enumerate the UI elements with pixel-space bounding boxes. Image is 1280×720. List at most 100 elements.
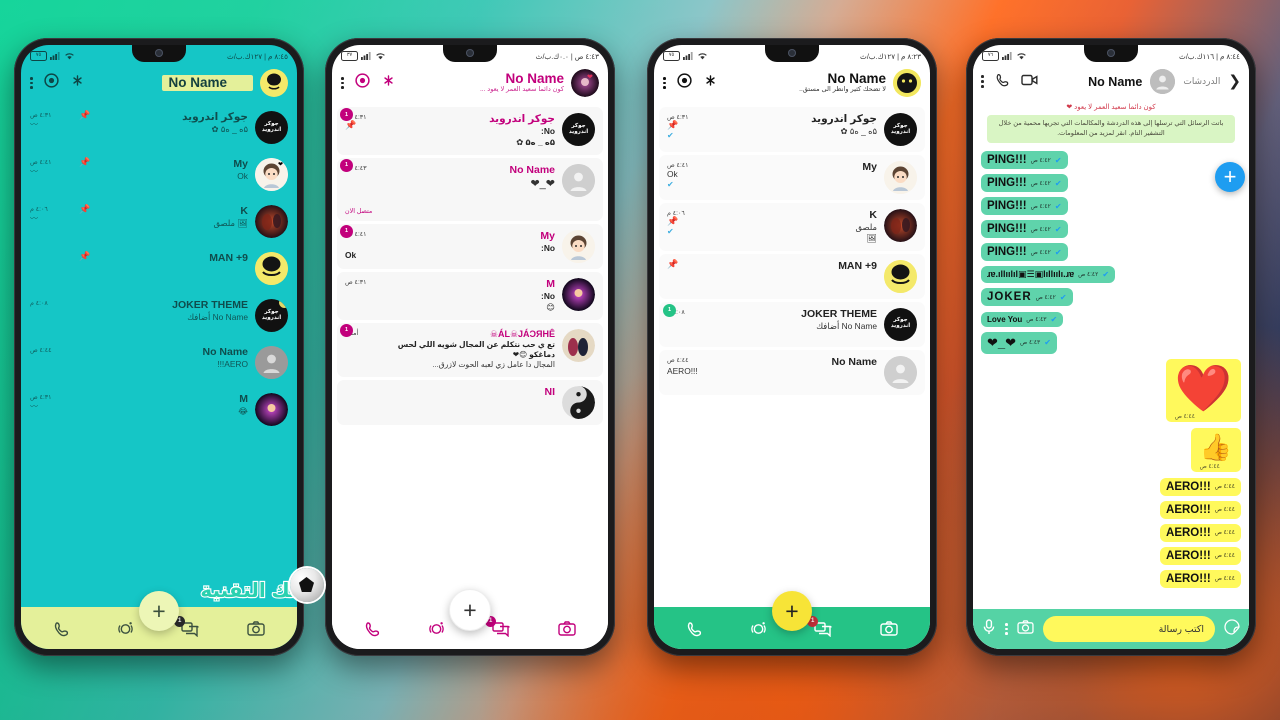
back-chevron-icon[interactable]: ❮ bbox=[1228, 74, 1241, 89]
message-bubble[interactable]: Love You ٤:٤٣ ص ✔ bbox=[981, 311, 1064, 327]
broadcast-icon[interactable] bbox=[703, 73, 718, 93]
message-bubble[interactable]: PING!!! ٤:٤٢ ص ✔ bbox=[981, 220, 1068, 239]
message-bubble[interactable]: PING!!! ٤:٤٢ ص ✔ bbox=[981, 174, 1068, 193]
broadcast-icon[interactable] bbox=[381, 73, 396, 93]
chats-icon[interactable]: 1 bbox=[807, 615, 833, 637]
broadcast-icon[interactable] bbox=[70, 73, 85, 93]
table-row[interactable]: ٤:٣١ ص 〰 📌 جوكر اندرويد ۵ه _ ه۵ ✿ جوكر ا… bbox=[21, 104, 297, 151]
sticker-icon[interactable] bbox=[1224, 618, 1240, 640]
avatar[interactable]: جوكر اندرويد bbox=[255, 111, 288, 144]
avatar[interactable] bbox=[255, 346, 288, 379]
phone-icon[interactable] bbox=[53, 620, 70, 637]
avatar[interactable] bbox=[884, 161, 917, 194]
table-row[interactable]: ٤:٠٨ م JOKER THEME No Name أضافك جوكر ان… bbox=[659, 301, 925, 347]
message-bubble[interactable]: ɹɐ.ıllıılıl▣☰▣lıllıılı.ɹɐ ٤:٤٢ ص ✔ bbox=[981, 266, 1116, 284]
table-row[interactable]: ٤:٤١ ص 〰 📌 My Ok ❤ bbox=[21, 151, 297, 198]
message-composer[interactable]: اكتب رسالة bbox=[973, 609, 1249, 649]
message-bubble[interactable]: PING!!! ٤:٤٢ ص ✔ bbox=[981, 243, 1068, 262]
avatar[interactable] bbox=[255, 393, 288, 426]
table-row[interactable]: ٤:٣١ ص M No: 😊 bbox=[337, 271, 603, 320]
message-bubble[interactable]: ❤_❤ ٤:٤٣ ص ✔ bbox=[981, 331, 1057, 354]
message-bubble[interactable]: PING!!! ٤:٤٢ ص ✔ bbox=[981, 197, 1068, 216]
message-bubble[interactable]: AERO!!! ٤:٤٤ ص bbox=[1160, 569, 1241, 588]
avatar[interactable] bbox=[562, 229, 595, 263]
message-bubble[interactable]: PING!!! ٤:٤٢ ص ✔ bbox=[981, 151, 1068, 170]
message-bubble[interactable]: ❤️ ٤:٤٤ ص bbox=[1165, 359, 1241, 423]
avatar[interactable] bbox=[1150, 69, 1176, 94]
table-row[interactable]: ٤:٤١ ص Ok My No: 1 bbox=[337, 223, 603, 269]
message-bubble[interactable]: AERO!!! ٤:٤٤ ص bbox=[1160, 477, 1241, 496]
row-message-2: Ok bbox=[345, 249, 357, 260]
camera-icon[interactable] bbox=[247, 620, 266, 636]
table-row[interactable]: ٤:٠٦ م 〰 📌 K 🖼 ملصق bbox=[21, 198, 297, 245]
message-input[interactable]: اكتب رسالة bbox=[1042, 616, 1215, 642]
table-row[interactable]: ٤:٣١ ص 📌 ✔ جوكر اندرويد ۵ه _ ه۵ ✿ جوكر ا… bbox=[659, 107, 925, 152]
status-icon[interactable] bbox=[750, 620, 767, 637]
table-row[interactable]: ٤:٤٤ ص AERO!!! No Name bbox=[659, 349, 925, 395]
chats-icon[interactable]: 1 bbox=[485, 615, 511, 637]
avatar[interactable]: ❤ bbox=[571, 69, 599, 97]
encryption-notice[interactable]: باتت الرسائل التي ترسلها إلى هذه الدردشة… bbox=[987, 115, 1235, 143]
avatar[interactable] bbox=[260, 69, 288, 97]
avatar[interactable] bbox=[255, 205, 288, 238]
camera-icon[interactable] bbox=[1016, 619, 1034, 639]
message-bubble[interactable]: JOKER ٤:٤٢ ص ✔ bbox=[981, 288, 1073, 307]
table-row[interactable]: ٤:٤٤ ص No Name AERO!!! bbox=[21, 339, 297, 386]
table-row[interactable]: ٤:٣١ ص 〰 M 😂 bbox=[21, 386, 297, 433]
table-row[interactable]: ٤:٤١ ص Ok ✔ My bbox=[659, 155, 925, 200]
avatar[interactable] bbox=[893, 69, 921, 97]
chat-list-2[interactable]: ٤:٣١ ص 📌 جوكر اندرويد No: ۵ه _ ه۵ ✿ جوكر… bbox=[332, 104, 608, 649]
message-bubble[interactable]: 👍 ٤:٤٤ ص bbox=[1190, 428, 1241, 473]
overflow-menu-icon[interactable] bbox=[981, 75, 984, 88]
avatar[interactable] bbox=[884, 355, 917, 389]
new-chat-fab[interactable]: + bbox=[772, 591, 812, 631]
chats-icon[interactable]: 1 bbox=[174, 615, 200, 637]
avatar[interactable] bbox=[255, 252, 288, 285]
table-row[interactable]: ٤:٠٨ م JOKER THEME No Name أضافك جوكر ان… bbox=[21, 292, 297, 339]
table-row[interactable]: 📌 MAN +9 bbox=[659, 253, 925, 299]
microphone-icon[interactable] bbox=[982, 618, 996, 640]
avatar[interactable]: جوكر اندرويد bbox=[884, 307, 917, 341]
table-row[interactable]: ٤:٠٦ م 📌 ✔ K ملصق 🖼 bbox=[659, 203, 925, 251]
status-ring-icon[interactable] bbox=[676, 73, 692, 93]
camera-icon[interactable] bbox=[558, 620, 577, 636]
table-row[interactable]: 📌 MAN +9 bbox=[21, 245, 297, 292]
message-bubble[interactable]: AERO!!! ٤:٤٤ ص bbox=[1160, 523, 1241, 542]
table-row[interactable]: ٤:٤٣ ص No Name ❤_❤ 1 متصل الان bbox=[337, 157, 603, 221]
avatar[interactable]: ❤ bbox=[255, 158, 288, 191]
overflow-menu-icon[interactable] bbox=[341, 76, 344, 90]
table-row[interactable]: NI bbox=[337, 379, 603, 425]
new-chat-fab[interactable]: + bbox=[449, 589, 491, 631]
status-ring-icon[interactable] bbox=[43, 73, 59, 93]
phone-icon[interactable] bbox=[686, 620, 703, 637]
message-bubble[interactable]: AERO!!! ٤:٤٤ ص bbox=[1160, 500, 1241, 519]
avatar[interactable]: جوكر اندرويد bbox=[884, 113, 917, 146]
pin-icon: 📌 bbox=[345, 120, 357, 130]
status-ring-icon[interactable] bbox=[354, 73, 370, 93]
avatar[interactable] bbox=[562, 385, 595, 419]
status-icon[interactable] bbox=[428, 620, 445, 637]
message-bubble[interactable]: AERO!!! ٤:٤٤ ص bbox=[1160, 546, 1241, 565]
avatar[interactable] bbox=[562, 277, 595, 311]
phone-icon[interactable] bbox=[364, 620, 381, 637]
new-chat-fab[interactable]: + bbox=[139, 591, 179, 631]
add-button[interactable]: + bbox=[1215, 162, 1245, 192]
avatar[interactable]: جوكر اندرويد bbox=[562, 113, 595, 146]
overflow-menu-icon[interactable] bbox=[663, 76, 666, 90]
table-row[interactable]: ٤:٣١ ص 📌 جوكر اندرويد No: ۵ه _ ه۵ ✿ جوكر… bbox=[337, 107, 603, 155]
avatar[interactable]: جوكر اندرويد 1 bbox=[255, 299, 288, 332]
avatar[interactable] bbox=[562, 328, 595, 362]
voice-call-icon[interactable] bbox=[995, 72, 1010, 92]
avatar[interactable] bbox=[884, 209, 917, 242]
avatar[interactable] bbox=[562, 163, 595, 197]
video-call-icon[interactable] bbox=[1020, 73, 1038, 91]
chat-list-3[interactable]: ٤:٣١ ص 📌 ✔ جوكر اندرويد ۵ه _ ه۵ ✿ جوكر ا… bbox=[654, 104, 930, 649]
table-row[interactable]: أمس ÁL☠JÁƆЯHÊ☠ تع ي حب نتكلم عن المجال ش… bbox=[337, 322, 603, 377]
attach-icon[interactable] bbox=[1005, 622, 1008, 636]
status-icon[interactable] bbox=[117, 620, 134, 637]
conversation-body[interactable]: + كون دائما سعيد العمر لا يعود ❤ باتت ال… bbox=[973, 100, 1249, 649]
chats-back-label[interactable]: الدردشات bbox=[1183, 76, 1220, 87]
avatar[interactable] bbox=[884, 259, 917, 293]
overflow-menu-icon[interactable] bbox=[30, 76, 33, 90]
camera-icon[interactable] bbox=[880, 620, 899, 636]
